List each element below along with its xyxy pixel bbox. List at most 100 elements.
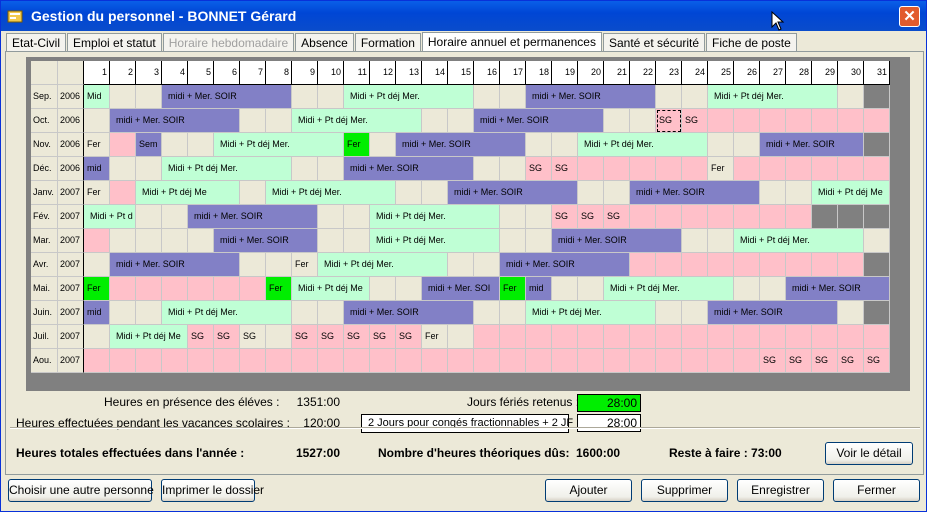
schedule-cell[interactable]: Fer xyxy=(344,133,370,157)
schedule-cell[interactable]: Midi + Pt déj Mer. xyxy=(734,229,864,253)
schedule-cell[interactable]: Fer xyxy=(84,181,110,205)
schedule-cell[interactable] xyxy=(474,157,526,181)
schedule-cell[interactable]: midi + Mer. SOIR xyxy=(110,253,240,277)
schedule-cell[interactable]: mid xyxy=(526,277,552,301)
schedule-cell[interactable]: SG xyxy=(682,109,708,133)
schedule-cell[interactable] xyxy=(110,181,136,205)
schedule-cell[interactable] xyxy=(578,181,630,205)
save-button[interactable]: Enregistrer xyxy=(737,479,824,502)
schedule-cell[interactable]: Midi + Pt déj Me xyxy=(812,181,890,205)
schedule-cell[interactable] xyxy=(656,85,708,109)
schedule-cell[interactable]: midi + Mer. SOIR xyxy=(500,253,630,277)
schedule-cell[interactable] xyxy=(292,301,344,325)
schedule-cell[interactable] xyxy=(734,157,890,181)
add-button[interactable]: Ajouter xyxy=(545,479,632,502)
schedule-cell[interactable] xyxy=(682,229,734,253)
schedule-cell[interactable] xyxy=(110,229,214,253)
schedule-cell[interactable] xyxy=(708,109,890,133)
schedule-cell[interactable] xyxy=(500,229,552,253)
schedule-cell[interactable]: midi + Mer. SOI xyxy=(422,277,500,301)
schedule-cell[interactable] xyxy=(578,157,708,181)
schedule-cell[interactable]: Midi + Pt déj Mer. xyxy=(162,157,292,181)
schedule-cell[interactable] xyxy=(240,253,292,277)
schedule-cell[interactable] xyxy=(84,325,110,349)
schedule-cell[interactable] xyxy=(240,109,292,133)
schedule-cell[interactable] xyxy=(84,109,110,133)
close-window-button[interactable]: ✕ xyxy=(899,6,920,27)
schedule-cell[interactable] xyxy=(474,85,526,109)
tab-1[interactable]: Etat-Civil xyxy=(6,33,67,51)
voir-detail-button[interactable]: Voir le détail xyxy=(825,442,913,465)
schedule-cell[interactable]: SG xyxy=(240,325,266,349)
schedule-cell[interactable] xyxy=(422,109,474,133)
schedule-cell[interactable] xyxy=(84,253,110,277)
schedule-cell[interactable]: midi + Mer. SOIR xyxy=(448,181,578,205)
schedule-cell[interactable]: SG xyxy=(370,325,396,349)
schedule-cell[interactable]: SG xyxy=(396,325,422,349)
schedule-cell[interactable]: SG xyxy=(760,349,786,373)
schedule-cell[interactable]: Midi + Pt déj Me xyxy=(292,277,370,301)
schedule-cell[interactable] xyxy=(110,301,162,325)
schedule-cell[interactable]: Fer xyxy=(422,325,448,349)
feries-field[interactable]: 28:00 xyxy=(577,394,641,412)
schedule-cell[interactable] xyxy=(370,133,396,157)
schedule-cell[interactable]: midi + Mer. SOIR xyxy=(344,157,474,181)
schedule-cell[interactable]: midi + Mer. SOIR xyxy=(708,301,838,325)
schedule-cell[interactable]: Fer xyxy=(500,277,526,301)
schedule-cell[interactable] xyxy=(396,181,448,205)
schedule-cell[interactable] xyxy=(448,325,474,349)
schedule-cell[interactable] xyxy=(318,229,370,253)
schedule-cell[interactable]: midi + Mer. SOIR xyxy=(162,85,292,109)
conges-field[interactable]: 28:00 xyxy=(577,414,641,432)
close-button[interactable]: Fermer xyxy=(833,479,920,502)
schedule-cell[interactable] xyxy=(656,301,708,325)
schedule-cell[interactable]: Midi + Pt déj Mer. xyxy=(708,85,838,109)
tab-8[interactable]: Fiche de poste xyxy=(706,33,797,51)
schedule-cell[interactable]: SG xyxy=(188,325,214,349)
tab-7[interactable]: Santé et sécurité xyxy=(602,33,706,51)
schedule-cell[interactable]: Fer xyxy=(84,133,110,157)
tab-4[interactable]: Absence xyxy=(295,33,354,51)
schedule-cell[interactable]: Midi + Pt déj Mer. xyxy=(370,205,500,229)
schedule-cell[interactable] xyxy=(500,205,552,229)
schedule-cell[interactable]: midi + Mer. SOIR xyxy=(786,277,890,301)
schedule-cell[interactable]: midi + Mer. SOIR xyxy=(344,301,474,325)
schedule-cell[interactable] xyxy=(760,181,812,205)
schedule-cell[interactable]: SG xyxy=(786,349,812,373)
schedule-cell[interactable] xyxy=(838,85,864,109)
schedule-cell[interactable]: SG xyxy=(318,325,344,349)
schedule-cell[interactable] xyxy=(630,253,864,277)
schedule-cell[interactable]: Midi + Pt déj Mer. xyxy=(526,301,656,325)
schedule-cell[interactable] xyxy=(162,133,214,157)
schedule-cell[interactable]: SG xyxy=(864,349,890,373)
schedule-cell[interactable] xyxy=(110,85,162,109)
schedule-cell[interactable] xyxy=(292,85,344,109)
schedule-cell[interactable]: midi + Mer. SOIR xyxy=(630,181,760,205)
schedule-cell[interactable]: SG xyxy=(344,325,370,349)
schedule-cell[interactable]: Midi + Pt déj Me xyxy=(136,181,240,205)
schedule-cell[interactable] xyxy=(864,85,890,109)
schedule-cell[interactable] xyxy=(110,157,162,181)
schedule-cell[interactable] xyxy=(708,133,760,157)
schedule-cell[interactable]: midi + Mer. SOIR xyxy=(760,133,864,157)
schedule-cell[interactable]: Midi + Pt déj Mer. xyxy=(578,133,708,157)
schedule-cell[interactable]: Midi + Pt déj Mer. xyxy=(214,133,344,157)
schedule-cell[interactable]: Fer xyxy=(292,253,318,277)
schedule-cell[interactable]: SG xyxy=(214,325,240,349)
schedule-cell[interactable]: Midi + Pt déj Mer. xyxy=(318,253,448,277)
schedule-cell[interactable] xyxy=(266,325,292,349)
schedule-cell[interactable] xyxy=(110,133,136,157)
schedule-cell[interactable] xyxy=(838,301,864,325)
print-file-button[interactable]: Imprimer le dossier xyxy=(161,479,264,502)
schedule-cell[interactable] xyxy=(240,181,266,205)
schedule-cell[interactable] xyxy=(734,277,786,301)
schedule-cell[interactable] xyxy=(864,229,890,253)
schedule-cell[interactable]: SG xyxy=(812,349,838,373)
schedule-cell[interactable]: Midi + Pt déj Mer. xyxy=(292,109,422,133)
schedule-cell[interactable]: midi + Mer. SOIR xyxy=(526,85,656,109)
schedule-cell[interactable] xyxy=(630,205,812,229)
schedule-cell[interactable] xyxy=(474,301,526,325)
schedule-cell[interactable]: midi + Mer. SOIR xyxy=(110,109,240,133)
schedule-cell[interactable]: midi + Mer. SOIR xyxy=(188,205,318,229)
schedule-cell[interactable] xyxy=(110,277,266,301)
